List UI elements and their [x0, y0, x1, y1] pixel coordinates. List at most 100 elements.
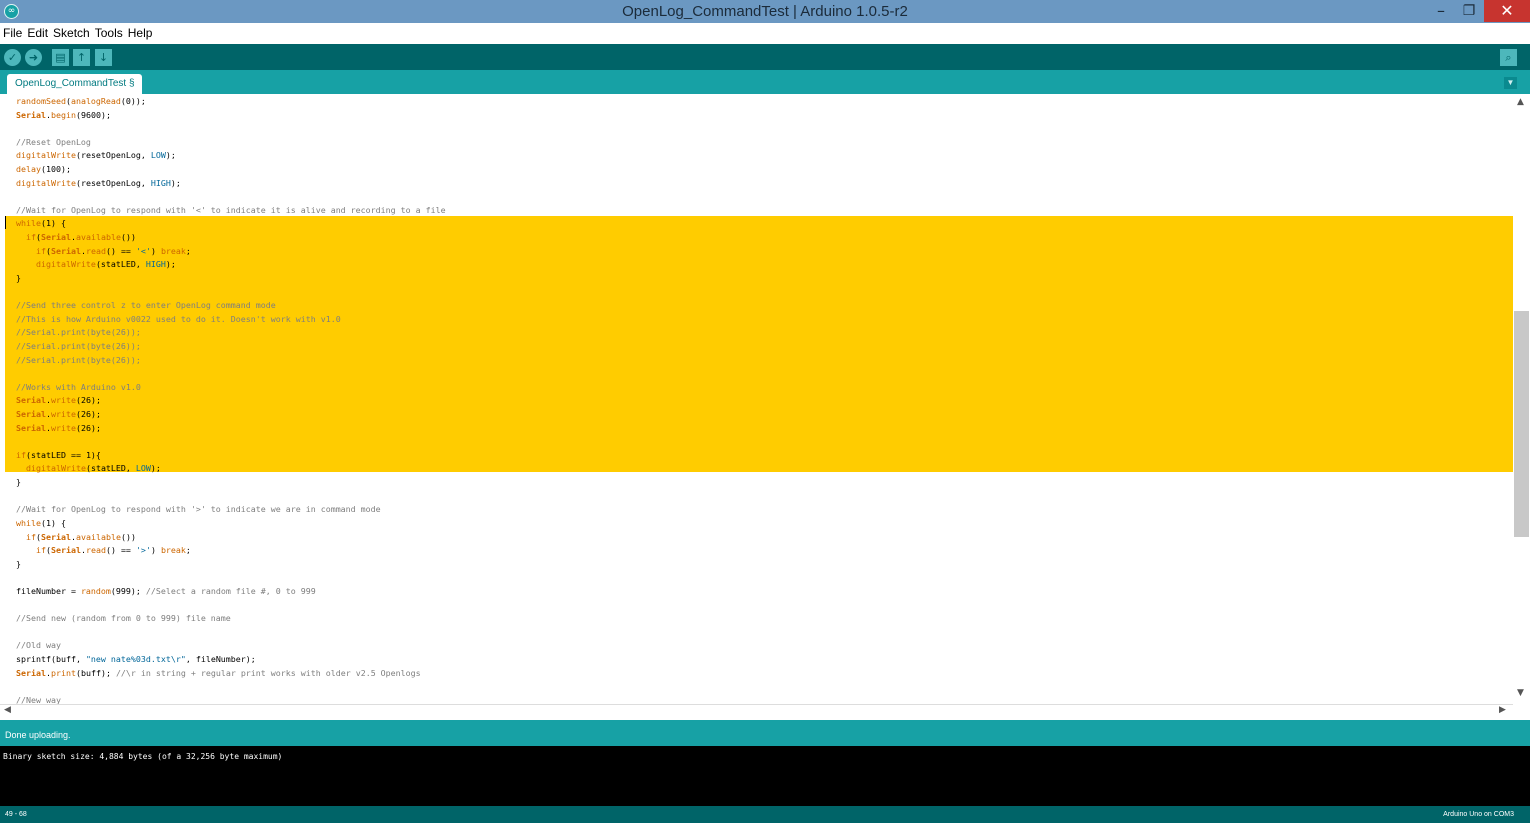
menu-bar: File Edit Sketch Tools Help	[0, 23, 1530, 44]
save-button[interactable]: ↓	[95, 49, 112, 66]
code-line: if(Serial.read() == '>') break;	[16, 544, 446, 558]
code-token: //Reset OpenLog	[16, 136, 91, 147]
code-line: //Works with Arduino v1.0	[16, 381, 446, 395]
code-line: //Serial.print(byte(26));	[16, 340, 446, 354]
code-token: //Serial.print(byte(26));	[16, 354, 141, 365]
code-line: if(Serial.available())	[16, 231, 446, 245]
code-line: digitalWrite(statLED, LOW);	[16, 462, 446, 476]
code-token: Serial	[16, 667, 46, 678]
code-token: (0));	[120, 96, 146, 106]
code-line: delay(100);	[16, 163, 446, 177]
code-token: (resetOpenLog,	[75, 177, 151, 188]
open-button[interactable]: ↑	[73, 49, 90, 66]
code-token: Serial	[50, 245, 81, 256]
code-line: //New way	[16, 694, 446, 704]
console-output: Binary sketch size: 4,884 bytes (of a 32…	[3, 752, 283, 761]
code-token: );	[150, 463, 161, 474]
code-line: //Wait for OpenLog to respond with '>' t…	[16, 503, 446, 517]
code-line: //Serial.print(byte(26));	[16, 326, 446, 340]
code-token: }	[16, 272, 21, 283]
code-token: HIGH	[150, 177, 171, 188]
code-token: //Wait for OpenLog to respond with '>' t…	[16, 504, 381, 515]
code-token: (26);	[75, 409, 101, 420]
code-token: //Send new (random from 0 to 999) file n…	[16, 613, 231, 624]
code-token: () ==	[105, 545, 136, 556]
code-token: //Select a random file #, 0 to 999	[145, 585, 316, 596]
code-line: }	[16, 272, 446, 286]
code-line: //Reset OpenLog	[16, 136, 446, 150]
code-line: if(Serial.read() == '<') break;	[16, 245, 446, 259]
tab-menu-button[interactable]: ▼	[1504, 77, 1517, 89]
code-token: (buff);	[75, 667, 116, 678]
serial-monitor-button[interactable]: ⌕	[1500, 49, 1517, 66]
code-token: Serial	[16, 422, 46, 433]
code-line: digitalWrite(resetOpenLog, LOW);	[16, 149, 446, 163]
menu-edit[interactable]: Edit	[24, 23, 50, 44]
tab-openlog-commandtest[interactable]: OpenLog_CommandTest §	[7, 74, 142, 94]
menu-file[interactable]: File	[0, 23, 24, 44]
bottom-bar: 49 - 68 Arduino Uno on COM3	[0, 806, 1530, 823]
scroll-up-icon[interactable]: ▲	[1517, 97, 1524, 107]
code-token: available	[75, 232, 121, 243]
minimize-button[interactable]: –	[1428, 0, 1454, 22]
menu-sketch[interactable]: Sketch	[50, 23, 92, 44]
code-token: available	[75, 531, 121, 542]
code-token: digitalWrite	[16, 150, 76, 161]
verify-button[interactable]: ✓	[4, 49, 21, 66]
code-line: Serial.write(26);	[16, 394, 446, 408]
code-line: Serial.print(buff); //\r in string + reg…	[16, 667, 446, 681]
new-button[interactable]: ▤	[52, 49, 69, 66]
code-line: Serial.write(26);	[16, 422, 446, 436]
scroll-down-icon[interactable]: ▼	[1517, 688, 1524, 698]
horizontal-scrollbar[interactable]	[0, 704, 1513, 721]
menu-tools[interactable]: Tools	[92, 23, 125, 44]
console-panel[interactable]: Binary sketch size: 4,884 bytes (of a 32…	[0, 746, 1530, 806]
code-token: analogRead	[70, 96, 121, 106]
code-token: (statLED,	[95, 259, 146, 270]
scroll-right-icon[interactable]: ▶	[1499, 705, 1506, 715]
code-line: //Old way	[16, 639, 446, 653]
code-token: write	[50, 422, 76, 433]
code-line: }	[16, 476, 446, 490]
code-line: Serial.write(26);	[16, 408, 446, 422]
code-token: //Serial.print(byte(26));	[16, 340, 141, 351]
code-token: ())	[120, 531, 136, 542]
menu-help[interactable]: Help	[125, 23, 155, 44]
code-token: //Works with Arduino v1.0	[16, 381, 141, 392]
code-token: print	[50, 667, 76, 678]
line-number-indicator: 49 - 68	[5, 811, 27, 818]
scroll-left-icon[interactable]: ◀	[4, 705, 11, 715]
code-token: //Wait for OpenLog to respond with '<' t…	[16, 204, 446, 215]
code-token: , fileNumber);	[185, 653, 256, 664]
code-token: //\r in string + regular print works wit…	[115, 667, 421, 678]
code-editor[interactable]: randomSeed(analogRead(0)); Serial.begin(9…	[0, 94, 1513, 704]
vertical-scrollbar-thumb[interactable]	[1514, 311, 1529, 537]
code-token: (26);	[75, 422, 101, 433]
code-token: begin	[50, 109, 76, 120]
code-token: read	[85, 545, 106, 556]
code-token: //New way	[16, 694, 61, 704]
close-button[interactable]: ✕	[1484, 0, 1530, 22]
toolbar: ✓ ➜ ▤ ↑ ↓ ⌕	[0, 44, 1530, 70]
title-bar: ∞ OpenLog_CommandTest | Arduino 1.0.5-r2…	[0, 0, 1530, 23]
upload-button[interactable]: ➜	[25, 49, 42, 66]
code-token: Serial	[41, 531, 71, 542]
code-token: (1) {	[40, 218, 66, 229]
code-token: fileNumber =	[16, 585, 81, 596]
code-token: digitalWrite	[26, 463, 86, 474]
code-line: Serial.begin(9600);	[16, 109, 446, 123]
code-line: fileNumber = random(999); //Select a ran…	[16, 585, 446, 599]
code-line: //This is how Arduino v0022 used to do i…	[16, 313, 446, 327]
code-token: while	[16, 517, 41, 528]
code-token: (100);	[40, 164, 71, 175]
code-token: if	[26, 531, 36, 542]
maximize-button[interactable]: ❐	[1456, 0, 1482, 22]
